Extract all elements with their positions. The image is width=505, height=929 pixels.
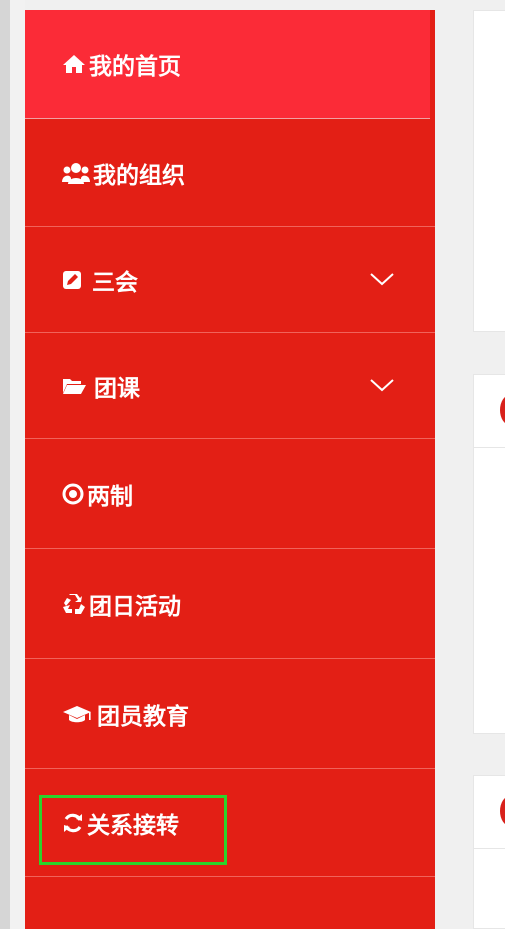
dot-circle-icon (62, 483, 84, 505)
edit-icon (62, 270, 82, 290)
card-divider (474, 447, 505, 448)
sidebar-item-label: 团员教育 (97, 703, 189, 730)
content-card (473, 775, 505, 929)
sidebar-item-league-day[interactable]: 团日活动 (25, 549, 435, 659)
status-dot (500, 796, 505, 826)
sidebar-item-label: 我的组织 (93, 162, 185, 189)
sidebar-item-league-class[interactable]: 团课 (25, 333, 435, 439)
content-card (473, 374, 505, 734)
sidebar-item-label: 团日活动 (89, 593, 181, 620)
status-dot (500, 395, 505, 425)
sidebar-item-partial[interactable] (25, 877, 435, 929)
home-icon (62, 54, 86, 74)
sidebar-item-organization[interactable]: 我的组织 (25, 119, 435, 227)
selection-highlight (39, 795, 227, 865)
users-icon (62, 162, 90, 184)
sidebar-item-label: 三会 (92, 269, 138, 296)
sidebar-item-label: 我的首页 (89, 54, 181, 80)
sidebar-item-three-meetings[interactable]: 三会 (25, 227, 435, 333)
folder-open-icon (62, 377, 86, 395)
graduation-cap-icon (62, 704, 92, 724)
recycle-icon (62, 593, 86, 615)
chevron-down-icon[interactable] (369, 376, 395, 394)
sidebar-item-label: 团课 (94, 375, 140, 402)
chevron-down-icon[interactable] (369, 270, 395, 288)
window-edge (0, 0, 10, 929)
sidebar-item-label: 两制 (87, 483, 133, 510)
sidebar-item-home[interactable]: 我的首页 (25, 10, 430, 119)
sidebar-item-member-education[interactable]: 团员教育 (25, 659, 435, 769)
sidebar-item-two-systems[interactable]: 两制 (25, 439, 435, 549)
sidebar-menu: 我的首页 我的组织 三会 团课 两制 团日活动 团员教育 关系接转 (25, 10, 435, 929)
card-divider (474, 848, 505, 849)
sidebar-gutter (10, 0, 25, 929)
content-card (473, 10, 505, 332)
